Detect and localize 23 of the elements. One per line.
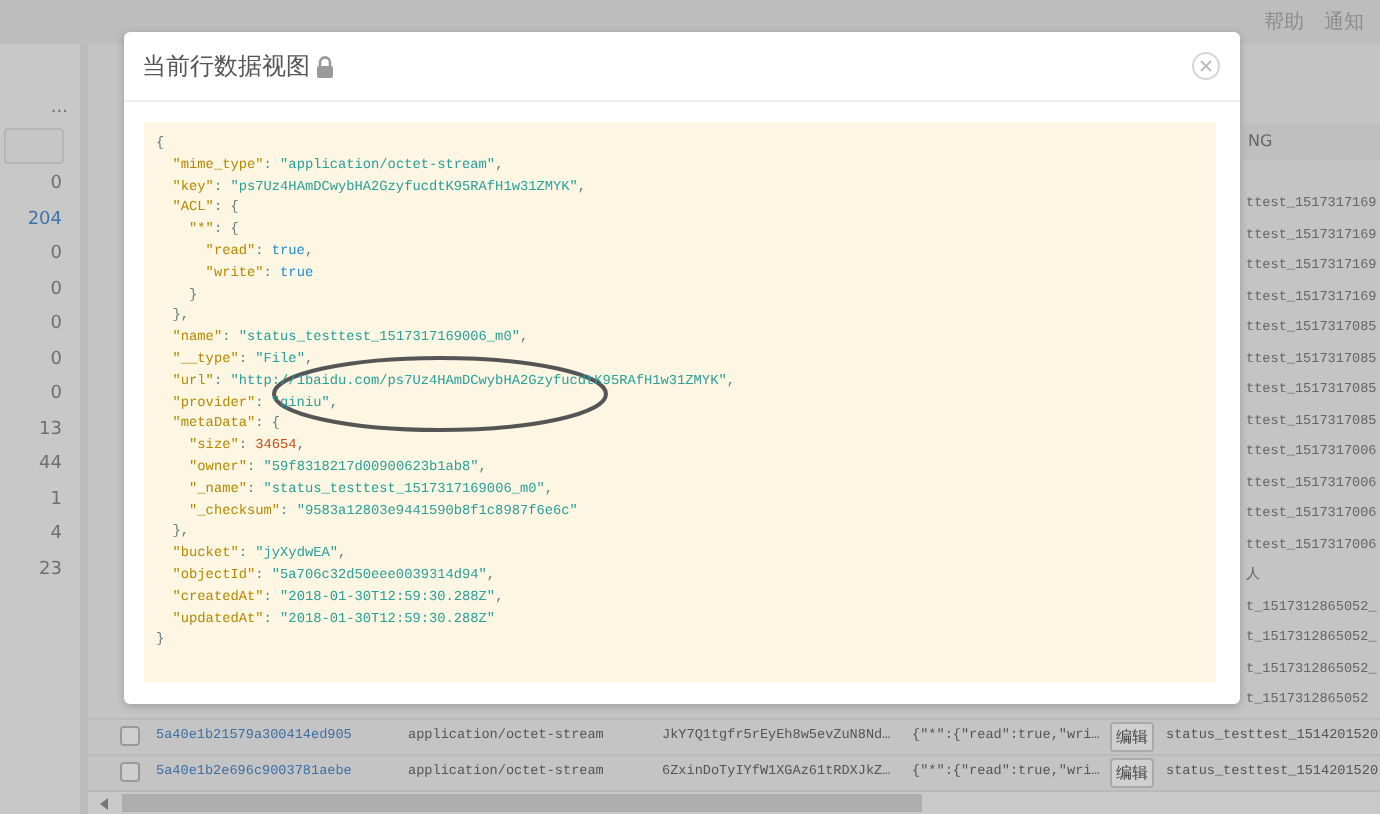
left-arrow-icon[interactable] [100,797,110,809]
row-checkbox[interactable] [120,762,140,783]
count-text: 0 [50,172,62,198]
count-text: 0 [50,312,62,338]
count-text: 204 [27,207,62,233]
count-text: 0 [50,277,62,303]
count-text: 0 [50,382,62,408]
close-icon [1200,60,1212,72]
more-text[interactable]: ... [50,100,68,116]
count-text: 23 [39,557,62,583]
count-text: 4 [50,522,62,548]
column-header[interactable]: NG [1242,124,1380,160]
count-text: 0 [50,242,62,268]
edit-button[interactable]: 编辑 [1110,757,1154,788]
horizontal-scrollbar[interactable] [88,790,1380,814]
close-button[interactable] [1192,52,1220,80]
count-text: 1 [50,487,62,513]
count-text: 13 [39,417,62,443]
row-checkbox[interactable] [120,726,140,747]
count-text: 44 [39,452,62,478]
edit-button[interactable]: 编辑 [1110,721,1154,752]
count-text: 0 [50,347,62,373]
dialog-title: 当前行数据视图 [142,49,310,83]
